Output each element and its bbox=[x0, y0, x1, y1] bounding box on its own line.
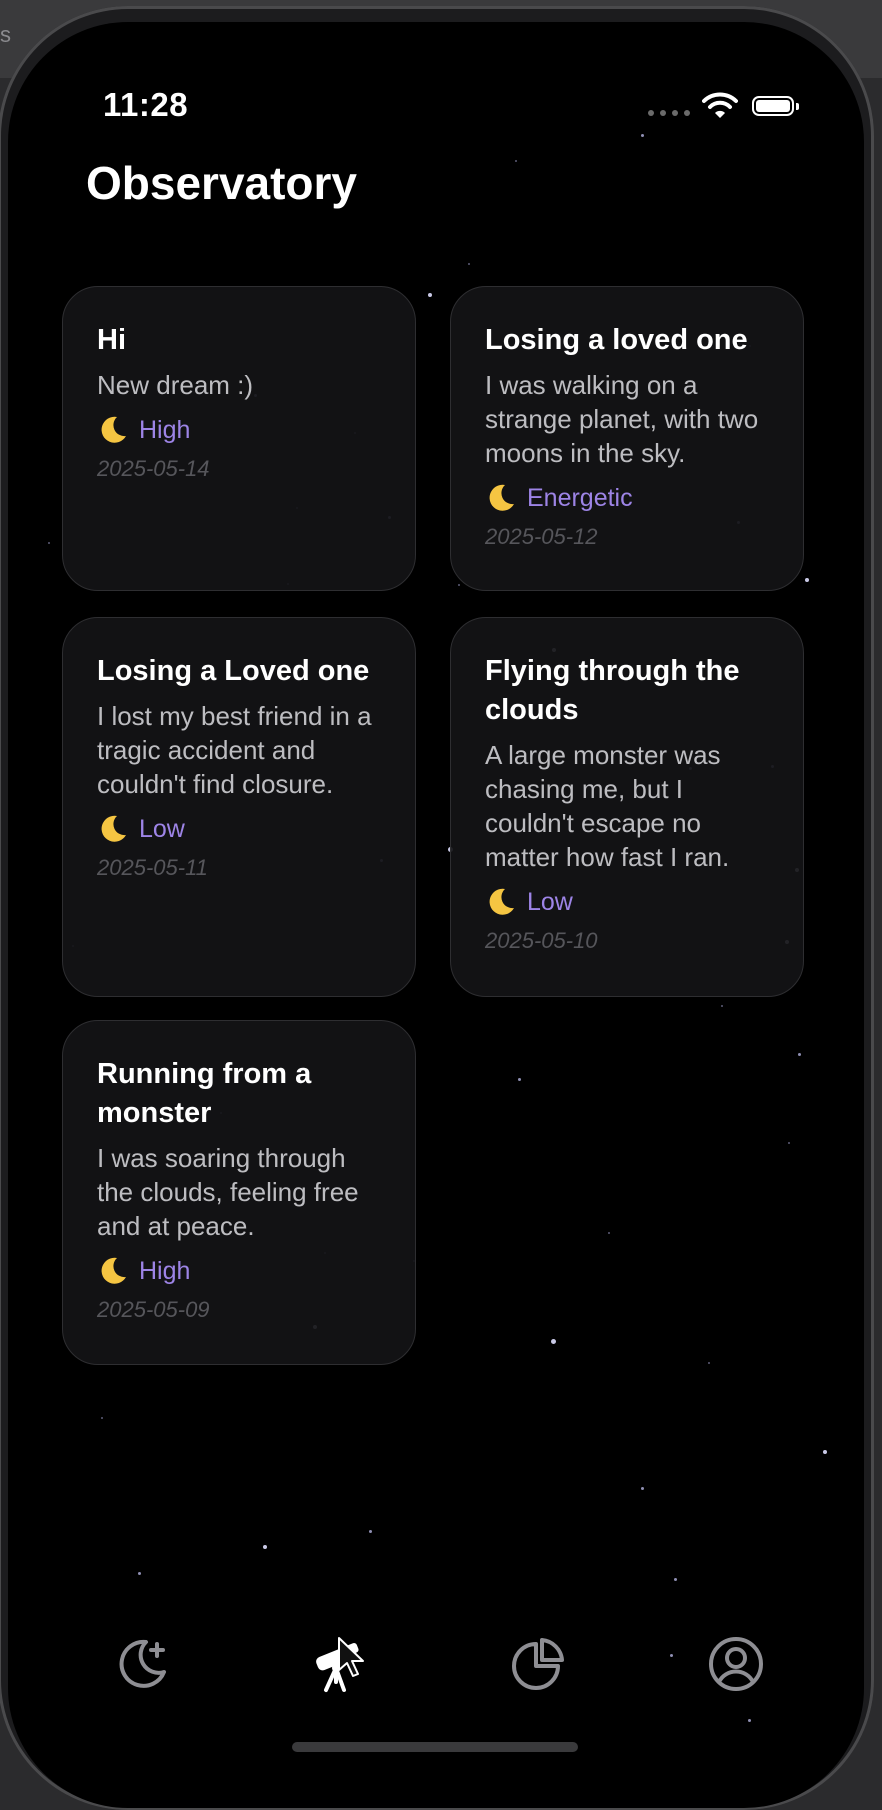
dream-card[interactable]: Flying through the clouds A large monste… bbox=[450, 617, 804, 997]
star bbox=[708, 1362, 710, 1364]
star bbox=[263, 1545, 267, 1549]
user-circle-icon bbox=[709, 1637, 763, 1691]
star bbox=[823, 1450, 827, 1454]
mood-label: Energetic bbox=[527, 483, 633, 512]
star bbox=[101, 1417, 103, 1419]
phone-frame: 11:28 Observatory Hi New dream :) High 2… bbox=[0, 6, 874, 1810]
dream-description: I was walking on a strange planet, with … bbox=[485, 370, 759, 468]
status-time: 11:28 bbox=[103, 86, 189, 123]
pie-chart-icon bbox=[512, 1638, 564, 1690]
dream-card[interactable]: Hi New dream :) High 2025-05-14 bbox=[62, 286, 416, 591]
star bbox=[468, 263, 470, 265]
dream-description: I was soaring through the clouds, feelin… bbox=[97, 1143, 359, 1241]
battery-icon bbox=[752, 96, 799, 116]
dream-mood: High bbox=[97, 1253, 385, 1289]
star bbox=[721, 1005, 723, 1007]
tab-profile[interactable] bbox=[704, 1632, 768, 1696]
star bbox=[138, 1572, 141, 1575]
dream-description: New dream :) bbox=[97, 370, 254, 400]
wifi-icon bbox=[702, 92, 738, 118]
mouse-cursor-icon bbox=[338, 1637, 364, 1677]
crescent-moon-icon bbox=[489, 888, 514, 915]
tab-bar bbox=[8, 1612, 864, 1732]
star bbox=[608, 1232, 610, 1234]
dream-mood: Energetic bbox=[485, 480, 773, 516]
star bbox=[674, 1578, 677, 1581]
dream-card[interactable]: Losing a Loved one I lost my best friend… bbox=[62, 617, 416, 997]
dream-card[interactable]: Losing a loved one I was walking on a st… bbox=[450, 286, 804, 591]
status-icons bbox=[648, 90, 808, 124]
crescent-moon-icon bbox=[101, 815, 126, 842]
mood-label: High bbox=[139, 1256, 191, 1285]
mood-label: High bbox=[139, 415, 191, 444]
star bbox=[48, 542, 50, 544]
dream-date: 2025-05-11 bbox=[97, 855, 208, 880]
dream-date: 2025-05-10 bbox=[485, 928, 598, 953]
dream-title: Running from a monster bbox=[97, 1058, 312, 1129]
dream-mood: Low bbox=[485, 884, 773, 920]
star bbox=[641, 1487, 644, 1490]
crescent-moon-icon bbox=[101, 416, 126, 443]
dream-card[interactable]: Running from a monster I was soaring thr… bbox=[62, 1020, 416, 1365]
phone-screen: 11:28 Observatory Hi New dream :) High 2… bbox=[8, 22, 864, 1808]
star bbox=[428, 293, 432, 297]
star bbox=[458, 584, 460, 586]
star bbox=[641, 134, 644, 137]
star bbox=[369, 1530, 372, 1533]
star bbox=[518, 1078, 521, 1081]
dream-title: Losing a loved one bbox=[485, 324, 748, 356]
dream-date: 2025-05-14 bbox=[97, 456, 210, 481]
star bbox=[788, 1142, 790, 1144]
crescent-moon-icon bbox=[489, 484, 514, 511]
dream-date: 2025-05-12 bbox=[485, 524, 598, 549]
star bbox=[515, 160, 517, 162]
dream-mood: Low bbox=[97, 811, 385, 847]
dream-title: Losing a Loved one bbox=[97, 655, 370, 687]
star bbox=[551, 1339, 556, 1344]
moon-plus-icon bbox=[119, 1639, 166, 1688]
page-title: Observatory bbox=[86, 157, 358, 209]
dream-title: Hi bbox=[97, 324, 126, 356]
home-indicator[interactable] bbox=[292, 1742, 578, 1752]
mood-label: Low bbox=[527, 887, 573, 916]
dream-description: A large monster was chasing me, but I co… bbox=[485, 740, 730, 872]
mood-label: Low bbox=[139, 814, 185, 843]
dream-date: 2025-05-09 bbox=[97, 1297, 210, 1322]
cellular-signal-icon bbox=[648, 110, 692, 118]
tab-statistics[interactable] bbox=[506, 1632, 570, 1696]
star bbox=[798, 1053, 801, 1056]
star bbox=[805, 578, 809, 582]
dream-description: I lost my best friend in a tragic accide… bbox=[97, 701, 372, 799]
dream-mood: High bbox=[97, 412, 385, 448]
tab-new-dream[interactable] bbox=[110, 1632, 174, 1696]
crescent-moon-icon bbox=[101, 1257, 126, 1284]
dream-title: Flying through the clouds bbox=[485, 655, 740, 726]
